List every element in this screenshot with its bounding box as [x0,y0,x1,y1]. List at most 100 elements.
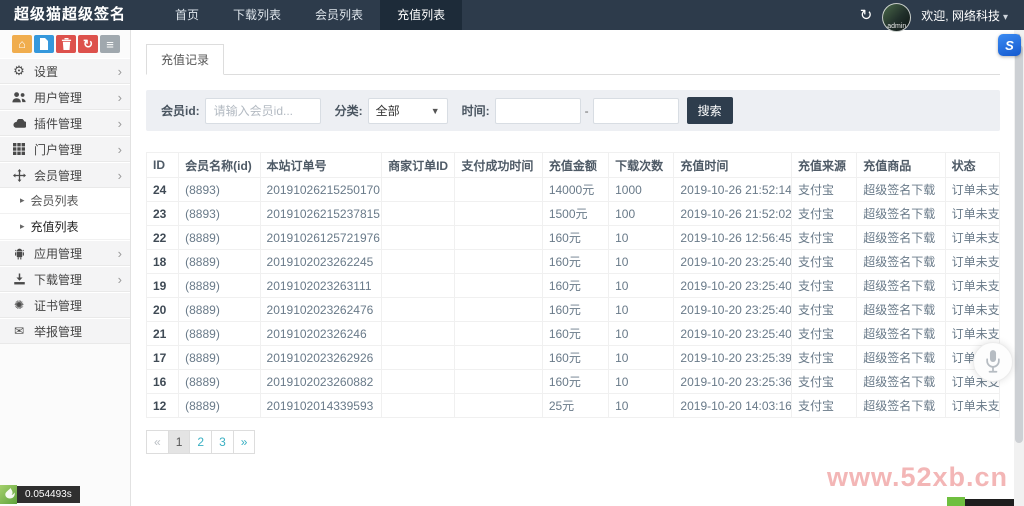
table-cell: 10 [608,369,675,394]
sidebar-item[interactable]: ⚙ 设置 › [0,58,130,84]
grid-icon [10,143,28,155]
filter-bar: 会员id: 分类: 全部 ▼ 时间: - 搜索 [146,90,1000,131]
time-from-input[interactable] [494,97,581,124]
table-cell: 2019-10-20 14:03:16 [673,393,792,418]
table-cell: 160元 [541,297,610,322]
table-cell [454,297,543,322]
recharge-table: ID 会员名称(id) 本站订单号 商家订单ID 支付成功时间 充值金额 下载次数 充值时间充… [145,152,1001,418]
user-menu[interactable]: 欢迎, 网络科技 ▾ [921,7,1008,24]
table-cell [454,177,543,202]
sidebar-item[interactable]: 插件管理 › [0,110,130,136]
table-cell: 2019-10-26 21:52:02 [673,201,792,226]
navbar-right: ↻ admin 欢迎, 网络科技 ▾ [860,0,1024,32]
search-button[interactable]: 搜索 [686,97,733,124]
sidebar-item-label: 下载管理 [34,272,83,287]
certificate-icon: ✺ [13,298,25,312]
member-id-input[interactable] [204,97,321,124]
table-cell: 201910202326246 [259,321,383,346]
table-cell: 支付宝 [790,249,858,274]
sidebar-item-label: 会员管理 [34,168,83,183]
refresh-icon[interactable]: ↻ [860,8,873,23]
table-row: 19 (8889) 2019102023263111 160元 10 2019-10-20… [145,273,1001,298]
chevron-down-icon: ▼ [430,105,440,116]
table-cell: 超级签名下载 [856,321,946,346]
file-button[interactable] [34,35,54,53]
table-cell: 超级签名下载 [856,225,946,250]
nav-item[interactable]: 充值列表 [380,0,463,30]
chevron-right-icon: › [117,63,122,79]
table-cell: 160元 [541,249,610,274]
sidebar-subitem[interactable]: ▸ 会员列表 [0,188,130,214]
pagination-prev[interactable]: « [146,430,169,454]
table-cell: 2019-10-20 23:25:39 [673,345,792,370]
table-cell: 超级签名下载 [856,297,946,322]
table-cell [381,273,456,298]
gears-icon: ⚙ [13,63,25,78]
sidebar-item[interactable]: 会员管理 › [0,162,130,188]
sidebar-menu: ⚙ 设置 › 用户管理 › 插件管理 › 门户管理 › 会员管理 › ▸ 会员列表 ▸ 充值列表 应用管理 › 下… [0,58,130,344]
avatar[interactable]: admin [882,2,912,32]
table-cell: 2019102023262926 [259,345,383,370]
sidebar-item-label: 插件管理 [34,116,83,131]
users-icon [10,91,28,104]
table-cell: 2019102023260882 [259,369,383,394]
scrollbar-thumb[interactable] [1015,45,1023,443]
table-cell: (8889) [178,369,261,394]
vertical-scrollbar[interactable]: ▲ [1014,30,1024,506]
table-cell [454,273,543,298]
sidebar-item[interactable]: ✺ 证书管理 [0,292,130,318]
cloud-icon [10,118,28,128]
sidebar-item[interactable]: 下载管理 › [0,266,130,292]
download-icon [10,273,28,285]
table-cell: 2019-10-20 23:25:40 [673,321,792,346]
trash-button[interactable] [56,35,76,53]
tab-recharge-records[interactable]: 充值记录 [146,44,225,75]
table-cell: 1500元 [541,201,610,226]
table-cell: 20191026125721976 [259,225,383,250]
table-cell: 160元 [541,273,610,298]
browser-extension-icon[interactable]: S [998,34,1021,56]
table-cell: (8889) [178,321,261,346]
chevron-right-icon: › [117,167,122,183]
nav-item[interactable]: 下载列表 [216,0,298,30]
table-cell: 订单未支付 [944,177,1001,202]
sidebar-item[interactable]: 应用管理 › [0,240,130,266]
nav-item[interactable]: 首页 [158,0,216,30]
table-cell: (8893) [178,177,261,202]
microphone-icon [986,350,1000,373]
pagination-page[interactable]: 1 [167,430,191,454]
sidebar-item[interactable]: 用户管理 › [0,84,130,110]
table-row: 24 (8893) 20191026215250170 14000元 1000 2019-… [145,177,1001,202]
table-cell: 17 [145,345,180,370]
table-cell: 160元 [541,369,610,394]
time-label: 时间: [461,104,490,118]
tab-bar: 充值记录 [146,44,1000,75]
table-cell: 20191026215250170 [259,177,383,202]
table-cell: 20191026215237815 [259,201,383,226]
home-button[interactable]: ⌂ [12,35,32,53]
trace-timer[interactable]: 0.054493s [0,485,80,504]
corner-logo-dark [965,499,1014,506]
category-select[interactable]: 全部 ▼ [367,97,448,124]
column-header: 会员名称(id) [178,152,261,178]
table-cell [454,249,543,274]
table-cell: 10 [608,393,675,418]
table-row: 21 (8889) 201910202326246 160元 10 2019-10-20 … [145,321,1001,346]
table-cell [381,177,456,202]
refresh-button[interactable]: ↻ [78,35,98,53]
nav-item[interactable]: 会员列表 [298,0,380,30]
sidebar-item[interactable]: 门户管理 › [0,136,130,162]
table-cell: 100 [608,201,675,226]
sidebar-subitem[interactable]: ▸ 充值列表 [0,214,130,240]
table-cell: 2019102014339593 [259,393,383,418]
chevron-right-icon: › [117,115,122,131]
pagination-page[interactable]: 2 [189,430,213,454]
pagination-page[interactable]: 3 [211,430,234,454]
table-cell: 订单未支付 [944,393,1001,418]
pagination-next[interactable]: » [232,430,256,454]
microphone-button[interactable] [973,342,1013,382]
time-to-input[interactable] [592,97,679,124]
table-cell: 订单未支付 [944,249,1001,274]
sidebar-item[interactable]: ✉ 举报管理 [0,318,130,344]
list-button[interactable]: ≡ [100,35,120,53]
